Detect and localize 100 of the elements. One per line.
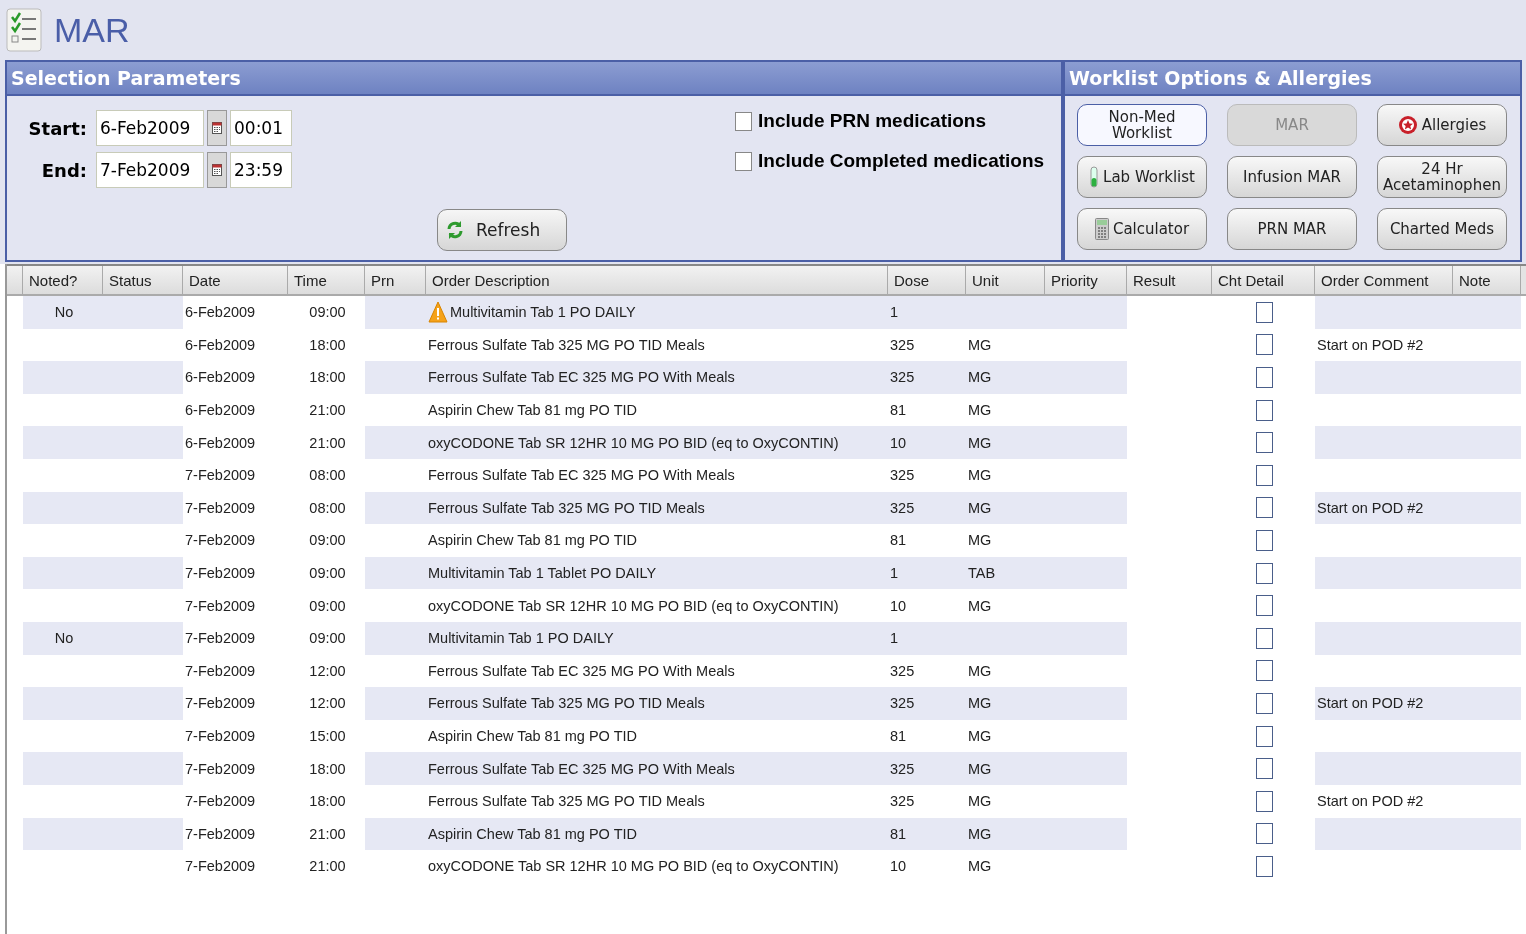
table-cell: 1 — [888, 556, 966, 590]
table-cell: 325 — [888, 687, 966, 720]
checkbox[interactable] — [1256, 529, 1273, 551]
checkbox[interactable] — [1256, 660, 1273, 682]
table-cell-text: 7-Feb2009 — [184, 498, 257, 518]
table-cell-text: MG — [967, 661, 993, 681]
table-cell-text: 12:00 — [308, 661, 347, 681]
worklist-button[interactable]: 24 Hr Acetaminophen — [1377, 156, 1507, 198]
checkbox[interactable] — [1256, 497, 1273, 519]
table-cell-text: 09:00 — [308, 303, 347, 323]
test-tube-icon — [1089, 166, 1100, 188]
checkbox[interactable] — [1256, 823, 1273, 845]
worklist-button[interactable]: Allergies — [1377, 104, 1507, 146]
table-cell-text: 09:00 — [308, 596, 347, 616]
table-cell-text: 21:00 — [308, 401, 347, 421]
allergy-icon — [1397, 115, 1418, 135]
time-field[interactable]: 23:59 — [230, 152, 292, 188]
column-header[interactable]: Date — [183, 266, 288, 294]
checkbox[interactable] — [1256, 725, 1273, 747]
checkbox[interactable] — [1256, 627, 1273, 649]
column-header[interactable]: Status — [103, 266, 183, 294]
worklist-button[interactable]: Charted Meds — [1377, 208, 1507, 250]
checkbox[interactable] — [1256, 399, 1273, 421]
table-cell-text: MG — [967, 531, 993, 551]
column-header[interactable]: Note — [1453, 266, 1521, 294]
date-field[interactable]: 7-Feb2009 — [96, 152, 204, 188]
table-cell-text: Start on POD #2 — [1316, 792, 1425, 812]
table-cell — [1453, 621, 1521, 655]
table-cell-text: 7-Feb2009 — [184, 661, 257, 681]
table-cell-text: 09:00 — [308, 564, 347, 584]
column-header[interactable]: Order Description — [426, 266, 888, 294]
table-cell-text: 7-Feb2009 — [184, 694, 257, 714]
column-header[interactable]: Order Comment — [1315, 266, 1453, 294]
table-cell-text: MG — [967, 466, 993, 486]
table-cell: 325 — [888, 752, 966, 785]
order-description: Multivitamin Tab 1 Tablet PO DAILY — [428, 565, 657, 582]
table-cell — [1453, 687, 1521, 720]
field-label: End: — [40, 159, 87, 181]
order-description: Aspirin Chew Tab 81 mg PO TID — [428, 825, 637, 842]
column-header[interactable]: Priority — [1045, 266, 1127, 294]
table-cell-text: 81 — [889, 727, 908, 746]
order-description: Aspirin Chew Tab 81 mg PO TID — [428, 402, 637, 419]
column-header[interactable]: Unit — [966, 266, 1045, 294]
table-cell — [1453, 491, 1521, 525]
checkbox[interactable] — [1256, 367, 1273, 388]
calendar-button[interactable] — [207, 110, 227, 146]
header-corner — [7, 266, 23, 294]
table-cell-text: MG — [967, 335, 993, 355]
checkbox[interactable] — [1256, 855, 1273, 877]
worklist-button[interactable]: PRN MAR — [1227, 208, 1357, 250]
column-header[interactable]: Result — [1127, 266, 1212, 294]
worklist-button[interactable]: Non-Med Worklist — [1077, 104, 1207, 146]
table-cell — [1453, 426, 1521, 459]
order-description: Ferrous Sulfate Tab 325 MG PO TID Meals — [428, 695, 705, 712]
worklist-button[interactable]: Lab Worklist — [1077, 156, 1207, 198]
column-header[interactable]: Dose — [888, 266, 966, 294]
table-cell-text: 325 — [889, 661, 916, 681]
table-cell-text: 7-Feb2009 — [184, 531, 257, 551]
table-cell-text: 08:00 — [308, 466, 347, 486]
refresh-icon — [446, 220, 464, 240]
table-cell-text: 325 — [889, 335, 916, 355]
table-cell-text: 10 — [889, 857, 908, 877]
worklist-button[interactable]: Calculator — [1077, 208, 1207, 250]
column-header[interactable]: Time — [288, 266, 365, 294]
checkbox[interactable] — [735, 151, 752, 171]
table-cell-text: 21:00 — [308, 433, 347, 453]
calendar-button[interactable] — [207, 152, 227, 188]
checkbox[interactable] — [1256, 692, 1273, 714]
table-cell-text: 6-Feb2009 — [184, 401, 257, 421]
table-cell-text: 6-Feb2009 — [184, 303, 257, 323]
order-description: Ferrous Sulfate Tab EC 325 MG PO With Meals — [428, 369, 735, 386]
checkbox[interactable] — [735, 111, 752, 131]
checkbox[interactable] — [1256, 562, 1273, 584]
worklist-button[interactable]: Infusion MAR — [1227, 156, 1357, 198]
checkbox[interactable] — [1256, 595, 1273, 617]
table-cell — [1453, 556, 1521, 590]
checkbox[interactable] — [1256, 432, 1273, 454]
table-cell: No — [23, 296, 103, 329]
order-description: Ferrous Sulfate Tab EC 325 MG PO With Meals — [428, 760, 735, 777]
date-field[interactable]: 6-Feb2009 — [96, 110, 204, 146]
table-cell-text: 81 — [889, 401, 908, 421]
column-header[interactable]: Prn — [365, 266, 426, 294]
checkbox[interactable] — [1256, 464, 1273, 486]
checkbox[interactable] — [1256, 790, 1273, 812]
column-header[interactable]: Cht Detail — [1212, 266, 1315, 294]
table-cell: 81 — [888, 817, 966, 851]
checklist-icon — [6, 8, 42, 52]
checkbox[interactable] — [1256, 758, 1273, 780]
table-cell: 1 — [888, 296, 966, 329]
order-description: Multivitamin Tab 1 PO DAILY — [428, 630, 614, 647]
time-field[interactable]: 00:01 — [230, 110, 292, 146]
table-cell: MG — [966, 687, 1045, 720]
checkbox[interactable] — [1256, 301, 1273, 323]
column-header[interactable]: Noted? — [23, 266, 103, 294]
refresh-button[interactable]: Refresh — [437, 209, 567, 251]
table-cell-text: 7-Feb2009 — [184, 466, 257, 486]
order-description: Aspirin Chew Tab 81 mg PO TID — [428, 532, 637, 549]
checkbox-label: Include PRN medications — [758, 110, 987, 132]
checkbox[interactable] — [1256, 334, 1273, 356]
calculator-icon — [1094, 218, 1109, 240]
